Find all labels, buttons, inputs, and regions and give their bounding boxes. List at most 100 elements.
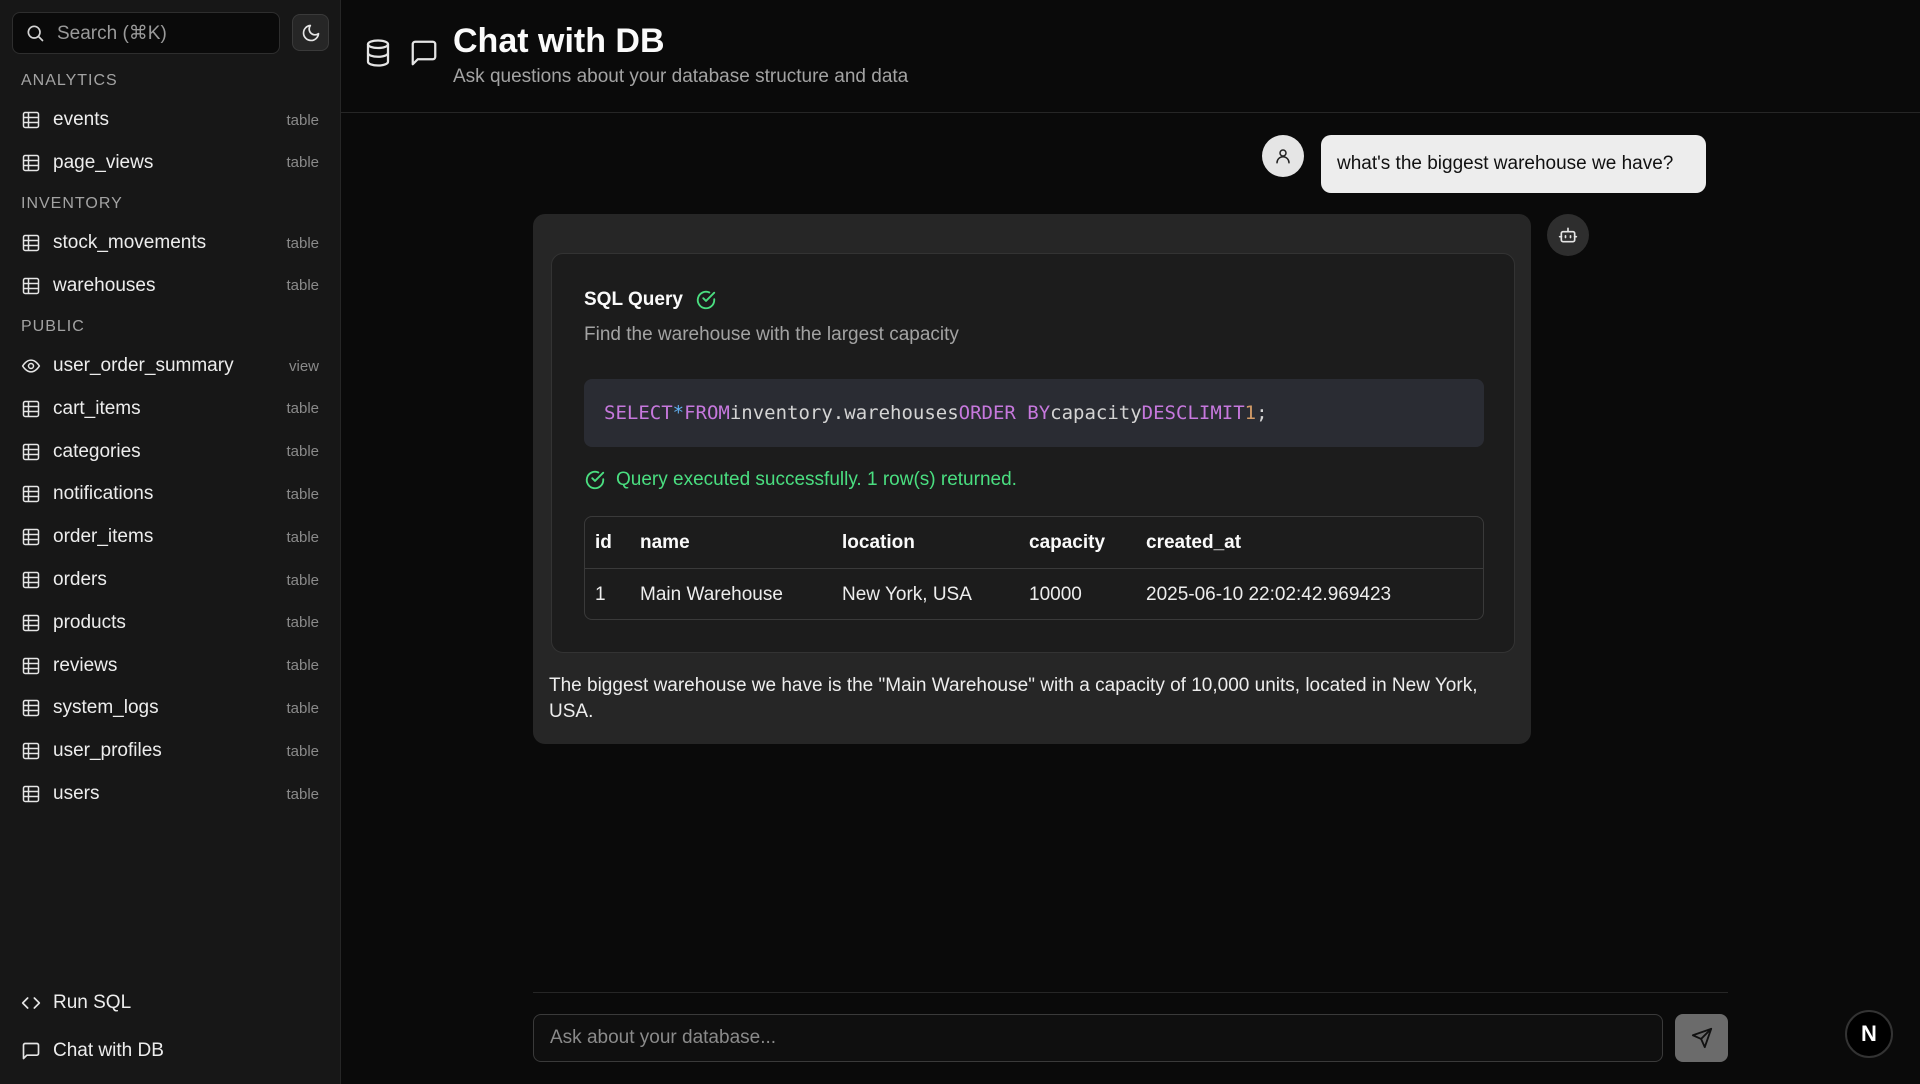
user-message-bubble: what's the biggest warehouse we have? — [1321, 135, 1706, 193]
database-icon — [366, 39, 390, 67]
bot-icon — [1558, 227, 1578, 243]
sidebar-item-kind: view — [288, 357, 319, 375]
table-icon — [22, 234, 40, 252]
page-subtitle: Ask questions about your database struct… — [453, 66, 909, 87]
sidebar-item-cart-items[interactable]: cart_items table — [21, 393, 321, 425]
sql-terminator: ; — [1256, 402, 1268, 424]
assistant-avatar — [1547, 214, 1589, 256]
sidebar-item-label: reviews — [53, 654, 118, 676]
sidebar-item-products[interactable]: products table — [21, 607, 321, 639]
table-icon — [22, 400, 40, 418]
sidebar-item-user-order-summary[interactable]: user_order_summary view — [21, 350, 321, 382]
code-icon — [21, 997, 41, 1009]
sidebar-item-events[interactable]: events table — [21, 104, 321, 136]
page-title: Chat with DB — [453, 22, 665, 60]
composer-divider — [533, 992, 1728, 993]
sidebar-item-kind: table — [286, 277, 319, 295]
search-input[interactable]: Search (⌘K) — [12, 12, 280, 54]
table-icon — [22, 571, 40, 589]
chat-with-db-link[interactable]: Chat with DB — [21, 1036, 164, 1066]
column-header: name — [640, 532, 690, 553]
sql-column-name: capacity — [1050, 402, 1142, 424]
sidebar-item-orders[interactable]: orders table — [21, 564, 321, 596]
sidebar-item-users[interactable]: users table — [21, 778, 321, 810]
sidebar-item-reviews[interactable]: reviews table — [21, 650, 321, 682]
search-placeholder: Search (⌘K) — [57, 22, 167, 44]
send-button[interactable] — [1675, 1014, 1728, 1062]
send-icon — [1691, 1027, 1712, 1049]
table-icon — [22, 111, 40, 129]
framework-badge[interactable]: N — [1845, 1010, 1893, 1058]
sidebar-item-label: order_items — [53, 526, 154, 548]
sidebar-item-notifications[interactable]: notifications table — [21, 478, 321, 510]
sidebar-item-label: notifications — [53, 483, 154, 505]
app-window: Search (⌘K) ANALYTICS INVENTORY PUBLIC even… — [0, 0, 1920, 1084]
sql-keyword: LIMIT — [1187, 402, 1245, 424]
sidebar-item-label: user_profiles — [53, 740, 162, 762]
sql-keyword: SELECT — [604, 402, 673, 424]
sql-code-block[interactable]: SELECT * FROM inventory.warehouses ORDER… — [584, 379, 1484, 447]
section-label-analytics: ANALYTICS — [21, 72, 118, 89]
assistant-answer-text: The biggest warehouse we have is the "Ma… — [549, 675, 1478, 722]
sidebar: Search (⌘K) ANALYTICS INVENTORY PUBLIC even… — [0, 0, 341, 1084]
table-cell: New York, USA — [842, 584, 972, 605]
result-table: id name location capacity created_at 1 M… — [584, 516, 1484, 620]
sidebar-item-kind: table — [286, 742, 319, 760]
sidebar-item-kind: table — [286, 571, 319, 589]
sidebar-item-kind: table — [286, 485, 319, 503]
sql-star: * — [672, 402, 685, 424]
sidebar-item-kind: table — [286, 111, 319, 129]
sidebar-item-system-logs[interactable]: system_logs table — [21, 692, 321, 724]
sidebar-item-kind: table — [286, 400, 319, 418]
run-sql-label: Run SQL — [53, 992, 132, 1013]
table-icon — [22, 486, 40, 503]
section-label-inventory: INVENTORY — [21, 195, 123, 212]
sidebar-item-page-views[interactable]: page_views table — [21, 147, 321, 179]
sql-keyword: ORDER BY — [958, 402, 1051, 424]
sidebar-item-stock-movements[interactable]: stock_movements table — [21, 227, 321, 259]
sidebar-item-warehouses[interactable]: warehouses table — [21, 270, 321, 302]
sql-query-title-text: SQL Query — [584, 289, 683, 310]
table-cell: 10000 — [1029, 584, 1082, 605]
sidebar-item-label: stock_movements — [53, 232, 207, 253]
sidebar-item-order-items[interactable]: order_items table — [21, 521, 321, 553]
eye-icon — [21, 359, 41, 373]
assistant-message-card: SQL Query Find the warehouse with the la… — [533, 214, 1531, 744]
query-status-text: Query executed successfully. 1 row(s) re… — [616, 469, 1017, 490]
sidebar-item-kind: table — [286, 528, 319, 546]
sidebar-item-kind: table — [286, 785, 319, 803]
moon-icon — [302, 24, 319, 41]
sql-query-title: SQL Query — [584, 289, 717, 311]
header-icons — [363, 38, 439, 68]
sidebar-item-user-profiles[interactable]: user_profiles table — [21, 735, 321, 767]
sidebar-item-kind: table — [286, 614, 319, 632]
sql-number: 1 — [1244, 402, 1257, 424]
sidebar-item-label: products — [53, 611, 126, 633]
run-sql-link[interactable]: Run SQL — [21, 988, 131, 1018]
chat-input[interactable]: Ask about your database... — [533, 1014, 1663, 1062]
sidebar-item-label: user_order_summary — [53, 355, 234, 376]
table-icon — [22, 742, 40, 760]
sidebar-item-label: system_logs — [53, 697, 159, 719]
sidebar-item-label: events — [53, 109, 109, 130]
user-avatar — [1262, 135, 1304, 177]
sidebar-item-kind: table — [286, 443, 319, 461]
theme-toggle-button[interactable] — [292, 14, 329, 51]
table-cell: 2025-06-10 22:02:42.969423 — [1146, 584, 1392, 605]
sidebar-item-categories[interactable]: categories table — [21, 436, 321, 468]
section-label-public: PUBLIC — [21, 318, 85, 335]
sidebar-item-label: categories — [53, 440, 141, 462]
column-header: created_at — [1146, 532, 1242, 553]
sql-keyword: DESC — [1141, 402, 1188, 424]
table-row: 1 Main Warehouse New York, USA 10000 202… — [585, 569, 1483, 619]
sidebar-item-label: warehouses — [53, 274, 156, 296]
column-header: capacity — [1029, 532, 1106, 553]
table-icon — [22, 657, 40, 674]
check-circle-icon — [696, 290, 716, 310]
sidebar-item-label: users — [53, 783, 100, 804]
sidebar-item-kind: table — [286, 657, 319, 675]
query-status: Query executed successfully. 1 row(s) re… — [584, 469, 1017, 491]
search-icon — [27, 25, 44, 42]
column-header: id — [595, 532, 612, 553]
sidebar-item-kind: table — [286, 234, 319, 252]
